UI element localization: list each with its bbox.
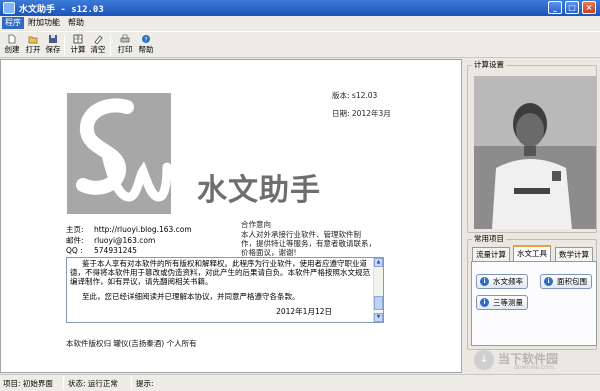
logo-text: 水文助手 — [197, 173, 321, 208]
download-arrow-icon: ↓ — [474, 350, 494, 370]
open-folder-icon — [28, 36, 38, 44]
save-button[interactable]: 保存 — [43, 34, 63, 58]
clear-icon — [94, 35, 103, 44]
button-label: 水文频率 — [493, 277, 523, 286]
status-hint: 提示: — [136, 378, 154, 389]
area-enclosure-button[interactable]: i 面积包围 — [540, 274, 592, 289]
title-bar: 水文助手 - s12.03 _ □ × — [0, 0, 600, 16]
agreement-scrollbar[interactable]: ▲ ▼ — [373, 258, 383, 322]
scroll-up-icon[interactable]: ▲ — [374, 258, 383, 267]
tab-flow-calc[interactable]: 流量计算 — [472, 247, 510, 261]
scroll-thumb[interactable] — [374, 296, 383, 310]
tab-hydro-tools[interactable]: 水文工具 — [513, 245, 551, 261]
menu-help[interactable]: 帮助 — [65, 17, 87, 29]
status-state-value: 运行正常 — [87, 379, 118, 388]
hydro-frequency-button[interactable]: i 水文频率 — [476, 274, 528, 289]
help-icon: ? — [142, 35, 150, 44]
status-divider — [63, 377, 64, 390]
clear-button[interactable]: 清空 — [88, 34, 108, 58]
homepage-label: 主页: — [66, 225, 84, 234]
cooperation-line: 作，提供特让等服务，有意者敬请联系， — [241, 239, 376, 248]
cooperation-line: 本人对外承接行业软件、管理软件制 — [241, 230, 361, 239]
qq-value: 574931245 — [94, 246, 137, 255]
toolbar: 创建 打开 保存 计算 清空 打印 ? 帮助 — [0, 31, 600, 58]
version-text: 版本: s12.03 — [332, 91, 378, 100]
help-button[interactable]: ? 帮助 — [136, 34, 156, 58]
qq-label: QQ : — [66, 246, 83, 255]
cooperation-note: 合作意向 本人对外承接行业软件、管理软件制 作，提供特让等服务，有意者敬请联系，… — [241, 220, 381, 257]
minimize-button[interactable]: _ — [548, 1, 562, 14]
watermark-url: downxia.com — [514, 364, 554, 371]
button-label: 面积包围 — [557, 277, 587, 286]
email-row: 邮件: rluoyi@163.com — [66, 235, 155, 246]
status-project-value: 初始界面 — [22, 379, 53, 388]
email-label: 邮件: — [66, 236, 84, 245]
status-state-label: 状态: — [68, 379, 86, 388]
tab-math-calc[interactable]: 数学计算 — [555, 247, 593, 261]
new-file-icon — [8, 34, 16, 44]
calculate-icon — [73, 34, 83, 44]
common-items-label: 常用项目 — [472, 234, 506, 244]
cooperation-title: 合作意向 — [241, 220, 271, 229]
info-icon: i — [544, 277, 553, 286]
copyright-text: 本软件版权归 罐仪(吉扬秦酒) 个人所有 — [66, 339, 197, 348]
agreement-paragraph: 鉴于本人享有对本软件的所有版权和解释权。此程序为行业软件，使用者应遵守职业道德，… — [70, 259, 370, 286]
save-icon — [49, 35, 57, 43]
save-label: 保存 — [45, 45, 61, 54]
watermark: ↓ 当下软件园 downxia.com — [474, 350, 594, 372]
settings-group-label: 计算设置 — [472, 60, 506, 70]
date-text: 日期: 2012年3月 — [332, 109, 391, 118]
status-state: 状态: 运行正常 — [68, 378, 118, 389]
logo-sw-glyph — [76, 98, 171, 202]
menu-extras[interactable]: 附加功能 — [25, 17, 63, 29]
menu-program[interactable]: 程序 — [2, 17, 24, 29]
svg-text:?: ? — [144, 37, 147, 44]
agreement-textbox[interactable]: 鉴于本人享有对本软件的所有版权和解释权。此程序为行业软件，使用者应遵守职业道德，… — [66, 257, 384, 323]
author-photo-image — [474, 76, 596, 229]
info-icon: i — [480, 298, 489, 307]
button-label: 三等测量 — [493, 298, 523, 307]
author-photo — [474, 76, 596, 229]
qq-row: QQ : 574931245 — [66, 246, 137, 255]
homepage-row: 主页: http://rluoyi.blog.163.com — [66, 224, 192, 235]
side-panel: 计算设置 常用项目 流量计算 水文工具 数学计算 i 水文频率 i 面积包围 i… — [464, 59, 600, 373]
status-bar: 项目: 初始界面 状态: 运行正常 提示: — [0, 374, 600, 391]
settings-group: 计算设置 — [467, 60, 597, 233]
homepage-link[interactable]: http://rluoyi.blog.163.com — [94, 225, 192, 234]
print-icon — [120, 34, 130, 43]
agreement-paragraph: 至此，您已经详细阅读并已理解本协议，并同意严格遵守各条款。 — [82, 292, 300, 301]
status-project: 项目: 初始界面 — [3, 378, 53, 389]
agreement-signature-date: 2012年1月12日 — [276, 307, 332, 316]
logo-mark — [67, 93, 171, 214]
status-divider — [131, 377, 132, 390]
info-icon: i — [480, 277, 489, 286]
status-project-label: 项目: — [3, 379, 21, 388]
third-order-survey-button[interactable]: i 三等测量 — [476, 295, 528, 310]
cooperation-line: 价格面议，谢谢! — [241, 248, 297, 257]
window-title: 水文助手 - s12.03 — [19, 5, 104, 15]
clear-label: 清空 — [90, 45, 106, 54]
status-hint-label: 提示: — [136, 379, 154, 388]
close-button[interactable]: × — [582, 1, 596, 14]
menu-bar: 程序 附加功能 帮助 — [0, 16, 600, 30]
about-panel: 水文助手 版本: s12.03 日期: 2012年3月 主页: http://rl… — [0, 59, 462, 373]
hydro-tools-panel: i 水文频率 i 面积包围 i 三等测量 — [471, 261, 597, 346]
maximize-button[interactable]: □ — [565, 1, 579, 14]
email-link[interactable]: rluoyi@163.com — [94, 236, 155, 245]
common-items-group: 常用项目 流量计算 水文工具 数学计算 i 水文频率 i 面积包围 i 三等测量 — [467, 234, 597, 350]
app-icon — [3, 2, 15, 14]
help-label: 帮助 — [138, 45, 154, 54]
scroll-down-icon[interactable]: ▼ — [374, 313, 383, 322]
